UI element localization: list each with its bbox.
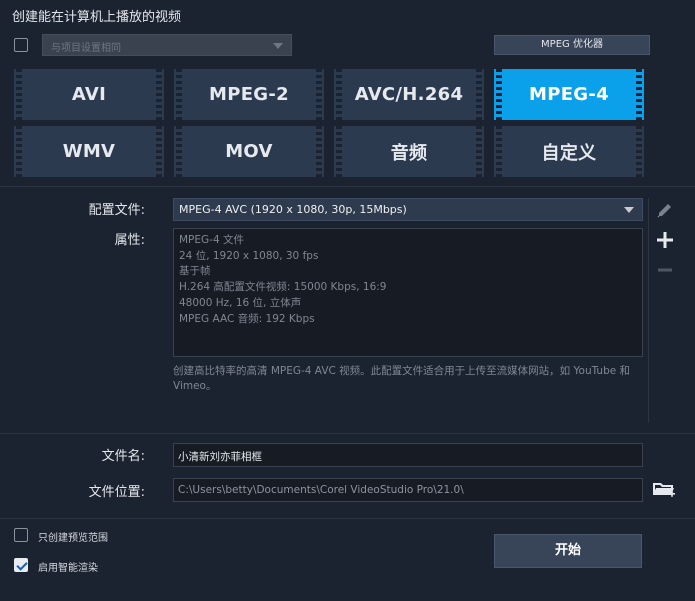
format-label: WMV bbox=[62, 141, 116, 162]
add-plus-icon[interactable] bbox=[655, 230, 675, 250]
vertical-separator bbox=[648, 198, 649, 423]
dialog-title: 创建能在计算机上播放的视频 bbox=[12, 10, 182, 25]
browse-folder-icon[interactable] bbox=[652, 479, 676, 499]
divider bbox=[0, 186, 695, 187]
smart-render-checkbox[interactable] bbox=[14, 558, 28, 572]
format-label: MPEG-4 bbox=[529, 84, 609, 105]
profile-description: 创建高比特率的高清 MPEG-4 AVC 视频。此配置文件适合用于上传至流媒体网… bbox=[173, 365, 631, 392]
smart-render-label: 启用智能渲染 bbox=[38, 563, 98, 574]
format-label: AVC/H.264 bbox=[354, 84, 464, 105]
format-label: MOV bbox=[225, 141, 273, 162]
profile-label: 配置文件: bbox=[88, 203, 145, 218]
format-label: 自定义 bbox=[541, 142, 597, 164]
start-button[interactable]: 开始 bbox=[494, 534, 642, 568]
properties-label: 属性: bbox=[114, 233, 145, 248]
project-settings-select[interactable]: 与项目设置相同 bbox=[42, 34, 292, 56]
format-custom[interactable]: 自定义 bbox=[494, 126, 644, 177]
filename-input[interactable]: 小清新刘亦菲相框 bbox=[173, 443, 643, 467]
preview-range-checkbox[interactable] bbox=[14, 528, 28, 542]
format-avc-h264[interactable]: AVC/H.264 bbox=[334, 69, 484, 120]
mpeg-optimizer-button[interactable]: MPEG 优化器 bbox=[494, 35, 650, 55]
property-line: 48000 Hz, 16 位, 立体声 bbox=[179, 296, 302, 309]
divider bbox=[0, 433, 695, 434]
divider bbox=[0, 518, 695, 519]
property-line: MPEG-4 文件 bbox=[179, 234, 244, 246]
profile-value: MPEG-4 AVC (1920 x 1080, 30p, 15Mbps) bbox=[179, 203, 407, 216]
remove-minus-icon[interactable] bbox=[655, 260, 675, 280]
format-label: AVI bbox=[71, 84, 107, 105]
file-location-label: 文件位置: bbox=[88, 485, 145, 500]
property-line: 基于帧 bbox=[179, 265, 211, 278]
file-location-input[interactable]: C:\Users\betty\Documents\Corel VideoStud… bbox=[173, 478, 643, 502]
property-line: H.264 高配置文件视频: 15000 Kbps, 16:9 bbox=[179, 281, 387, 294]
chevron-down-icon bbox=[273, 43, 283, 49]
property-line: 24 位, 1920 x 1080, 30 fps bbox=[179, 249, 319, 262]
project-settings-placeholder: 与项目设置相同 bbox=[51, 43, 121, 54]
chevron-down-icon bbox=[624, 207, 634, 213]
format-mpeg4[interactable]: MPEG-4 bbox=[494, 69, 644, 120]
format-label: MPEG-2 bbox=[209, 84, 289, 105]
format-avi[interactable]: AVI bbox=[14, 69, 164, 120]
edit-pencil-icon[interactable] bbox=[655, 200, 675, 220]
property-line: MPEG AAC 音频: 192 Kbps bbox=[179, 312, 315, 325]
format-mpeg2[interactable]: MPEG-2 bbox=[174, 69, 324, 120]
format-audio[interactable]: 音频 bbox=[334, 126, 484, 177]
format-mov[interactable]: MOV bbox=[174, 126, 324, 177]
profile-select[interactable]: MPEG-4 AVC (1920 x 1080, 30p, 15Mbps) bbox=[173, 198, 643, 221]
properties-box: MPEG-4 文件 24 位, 1920 x 1080, 30 fps 基于帧 … bbox=[173, 228, 643, 357]
preview-range-label: 只创建预览范围 bbox=[38, 533, 108, 544]
filename-label: 文件名: bbox=[101, 449, 145, 464]
use-project-settings-checkbox[interactable] bbox=[14, 38, 28, 52]
format-wmv[interactable]: WMV bbox=[14, 126, 164, 177]
format-label: 音频 bbox=[390, 142, 428, 164]
